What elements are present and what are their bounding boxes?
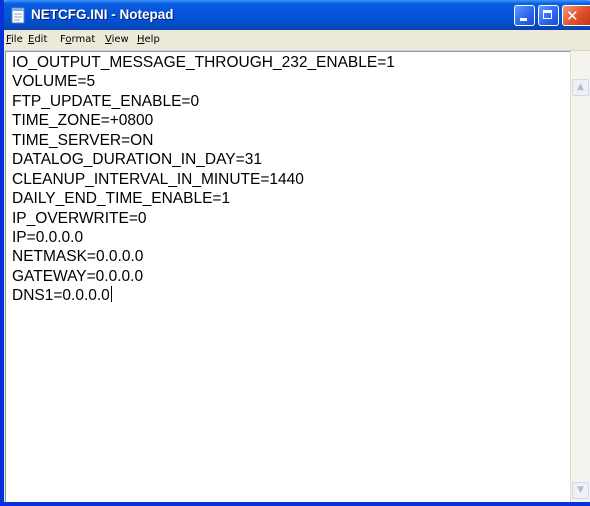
text-line: FTP_UPDATE_ENABLE=0	[12, 92, 200, 110]
scroll-up-button[interactable]: ▲	[572, 79, 589, 96]
maximize-button[interactable]	[538, 5, 559, 26]
text-line: NETMASK=0.0.0.0	[12, 248, 144, 266]
text-line: TIME_ZONE=+0800	[12, 112, 154, 130]
text-editor[interactable]: IO_OUTPUT_MESSAGE_THROUGH_232_ENABLE=1 V…	[5, 51, 570, 502]
title-bar[interactable]: NETCFG.INI - Notepad ✕	[4, 0, 590, 30]
scroll-down-button[interactable]: ▼	[572, 482, 589, 499]
notepad-window: NETCFG.INI - Notepad ✕ File Edit Format …	[0, 0, 590, 506]
notepad-icon	[11, 7, 25, 24]
minimize-button[interactable]	[514, 5, 535, 26]
chevron-down-icon: ▼	[577, 485, 584, 495]
text-line-with-caret: DNS1=0.0.0.0	[12, 286, 570, 305]
vertical-scrollbar[interactable]: ▲ ▼	[570, 51, 590, 502]
text-line: TIME_SERVER=ON	[12, 131, 154, 149]
menu-format[interactable]: Format	[60, 33, 95, 47]
close-icon: ✕	[566, 7, 579, 25]
text-line: CLEANUP_INTERVAL_IN_MINUTE=1440	[12, 170, 304, 188]
text-caret	[110, 286, 112, 303]
text-line: GATEWAY=0.0.0.0	[12, 267, 144, 285]
window-title: NETCFG.INI - Notepad	[31, 7, 174, 22]
menu-help[interactable]: Help	[137, 33, 160, 47]
text-line: DAILY_END_TIME_ENABLE=1	[12, 190, 231, 208]
close-button[interactable]: ✕	[562, 5, 590, 26]
text-line: IO_OUTPUT_MESSAGE_THROUGH_232_ENABLE=1	[12, 54, 395, 71]
text-line: IP=0.0.0.0	[12, 228, 84, 246]
minimize-icon	[520, 18, 527, 21]
menu-edit[interactable]: Edit	[28, 33, 47, 47]
text-line-content: DNS1=0.0.0.0	[12, 287, 110, 305]
menu-bar: File Edit Format View Help	[4, 30, 590, 51]
menu-file[interactable]: File	[6, 33, 23, 47]
text-line: IP_OVERWRITE=0	[12, 209, 147, 227]
chevron-up-icon: ▲	[577, 82, 584, 92]
maximize-icon	[543, 10, 552, 19]
text-line: DATALOG_DURATION_IN_DAY=31	[12, 151, 262, 169]
menu-view[interactable]: View	[105, 33, 129, 47]
text-line: VOLUME=5	[12, 73, 96, 91]
